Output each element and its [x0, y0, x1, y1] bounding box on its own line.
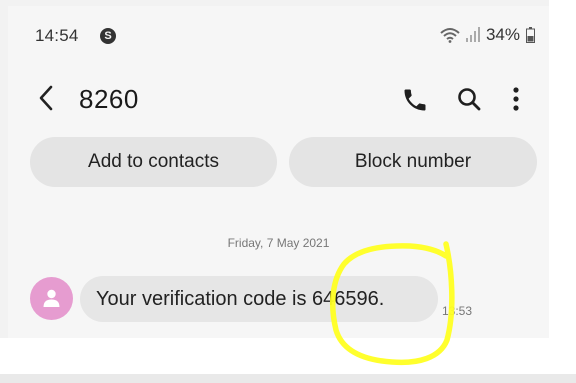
person-icon — [43, 289, 60, 307]
bottom-strip — [0, 374, 576, 383]
more-vertical-icon[interactable] — [511, 86, 521, 114]
message-bubble[interactable]: Your verification code is 646596. — [80, 276, 438, 322]
message-time: 13:53 — [442, 304, 473, 318]
battery-icon — [526, 27, 535, 43]
add-to-contacts-label: Add to contacts — [88, 151, 219, 172]
signal-icon — [465, 27, 480, 42]
status-time: 14:54 — [35, 26, 79, 45]
search-icon[interactable] — [456, 86, 482, 112]
battery-percent: 34% — [485, 25, 520, 44]
block-number-button[interactable]: Block number — [289, 137, 537, 187]
screenshot-margin-right — [549, 0, 576, 344]
add-to-contacts-button[interactable]: Add to contacts — [30, 137, 277, 187]
status-icons: 34% — [440, 25, 535, 45]
wifi-icon — [440, 28, 460, 43]
messages-screen: 14:54 S 34% 8260 Add to contacts Block n… — [8, 6, 549, 338]
s-circle-icon: S — [100, 28, 116, 44]
conversation-title: 8260 — [79, 84, 139, 114]
block-number-label: Block number — [354, 151, 472, 172]
message-text: Your verification code is 646596. — [96, 287, 385, 310]
chevron-left-icon[interactable] — [36, 84, 56, 112]
phone-icon[interactable] — [401, 86, 429, 114]
date-separator: Friday, 7 May 2021 — [227, 236, 330, 250]
screenshot-margin-bottom — [0, 338, 576, 374]
avatar[interactable] — [30, 277, 73, 320]
